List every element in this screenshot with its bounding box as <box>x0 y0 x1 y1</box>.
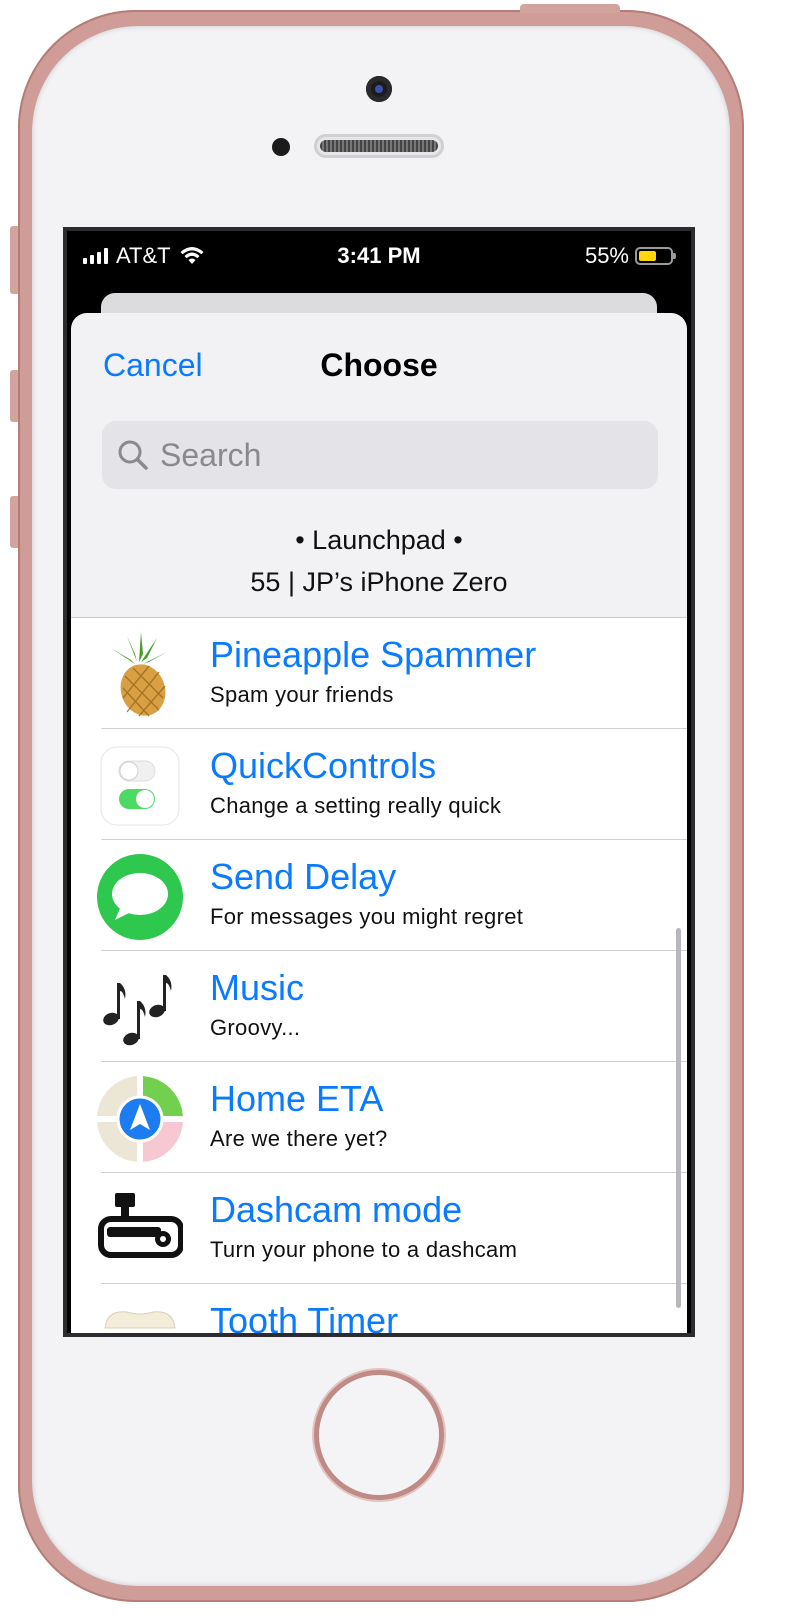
search-icon <box>118 440 148 470</box>
dashcam-icon <box>98 1193 183 1258</box>
header-device: 55 | JP’s iPhone Zero <box>250 567 508 597</box>
item-name: QuickControls <box>210 745 437 786</box>
item-name: Dashcam mode <box>210 1189 463 1230</box>
pineapple-icon <box>111 632 167 717</box>
list-item[interactable]: Music Groovy... <box>71 951 687 1062</box>
toggle-switches-icon <box>100 746 180 826</box>
battery-percent: 55% <box>584 243 629 268</box>
list-item[interactable]: Dashcam mode Turn your phone to a dashca… <box>71 1173 687 1284</box>
item-name: Pineapple Spammer <box>210 634 537 675</box>
item-subtitle: Change a setting really quick <box>210 793 502 818</box>
status-bar: AT&T 3:41 PM 55% <box>67 231 691 283</box>
screen: AT&T 3:41 PM 55% Cancel Choose Search • … <box>63 227 695 1337</box>
list-item[interactable]: Tooth Timer <box>71 1284 687 1337</box>
page-title: Choose <box>320 347 438 383</box>
list-item[interactable]: QuickControls Change a setting really qu… <box>71 729 687 840</box>
item-subtitle: For messages you might regret <box>210 904 524 929</box>
earpiece-speaker <box>314 134 444 158</box>
proximity-sensor <box>272 138 290 156</box>
front-camera <box>366 76 392 102</box>
mute-switch <box>10 226 18 294</box>
list-item[interactable]: Pineapple Spammer Spam your friends <box>71 618 687 729</box>
home-button[interactable] <box>314 1370 444 1500</box>
maps-icon <box>97 1076 183 1162</box>
list-item[interactable]: Home ETA Are we there yet? <box>71 1062 687 1173</box>
choose-sheet: Cancel Choose • Launchpad • 55 | JP’s iP… <box>71 313 687 1337</box>
volume-down-button <box>10 496 18 548</box>
item-subtitle: Spam your friends <box>210 682 394 707</box>
header-launchpad: • Launchpad • <box>295 525 463 555</box>
nav-bar: Cancel Choose <box>71 313 687 413</box>
music-notes-icon <box>103 975 172 1046</box>
item-name: Tooth Timer <box>210 1300 399 1337</box>
power-button <box>520 4 620 13</box>
item-subtitle: Groovy... <box>210 1015 301 1040</box>
battery-icon <box>635 247 676 265</box>
volume-up-button <box>10 370 18 422</box>
list-item[interactable]: Send Delay For messages you might regret <box>71 840 687 951</box>
scrollbar[interactable] <box>676 928 681 1308</box>
item-name: Send Delay <box>210 856 397 897</box>
messages-icon <box>97 854 183 940</box>
search-input[interactable] <box>158 435 642 475</box>
item-subtitle: Turn your phone to a dashcam <box>210 1237 518 1262</box>
list-header: • Launchpad • 55 | JP’s iPhone Zero <box>71 519 687 603</box>
item-subtitle: Are we there yet? <box>210 1126 388 1151</box>
search-bar[interactable] <box>102 421 658 489</box>
shortcut-list[interactable]: Pineapple Spammer Spam your friends Quic… <box>71 618 687 1337</box>
tooth-icon <box>104 1311 176 1329</box>
item-name: Music <box>210 967 305 1008</box>
item-name: Home ETA <box>210 1078 384 1119</box>
